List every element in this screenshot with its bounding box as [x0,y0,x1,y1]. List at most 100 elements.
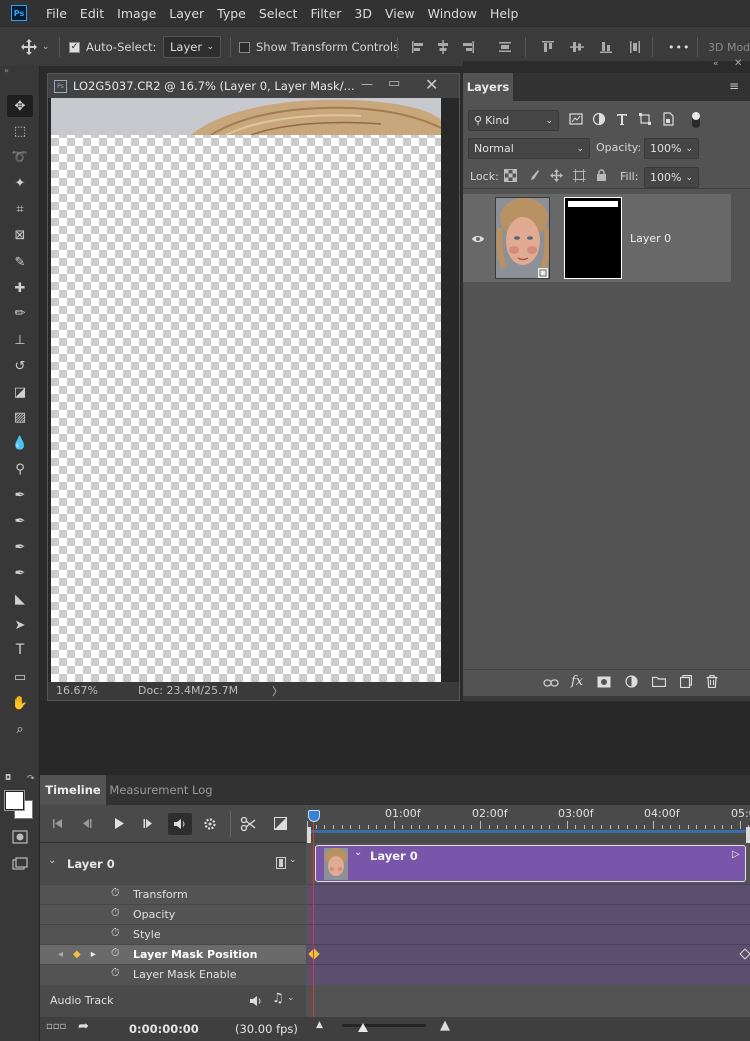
film-strip-icon[interactable] [276,857,286,869]
timeline-zoom-slider-thumb[interactable] [358,1023,368,1032]
add-keyframe-icon[interactable]: ◆ [73,949,81,960]
next-frame-icon[interactable] [143,818,154,829]
next-keyframe-icon[interactable]: ▸ [91,949,96,960]
screen-mode-icon[interactable] [10,856,30,872]
menu-layer[interactable]: Layer [169,6,204,21]
tool-path-select[interactable]: ◣ [7,588,33,610]
menu-type[interactable]: Type [217,6,246,21]
menu-edit[interactable]: Edit [80,6,104,21]
distribute-horizontal-icon[interactable] [627,39,643,55]
chevron-down-icon[interactable]: ⌄ [287,993,295,1003]
tool-hand[interactable]: ✋ [7,692,33,714]
property-lane[interactable] [307,904,750,924]
split-clip-scissors-icon[interactable] [240,816,256,832]
stopwatch-icon[interactable]: ⏱ [111,926,120,940]
lock-all-icon[interactable] [596,169,607,182]
tool-eyedropper[interactable]: ✎ [7,251,33,273]
tool-direct-select[interactable]: ➤ [7,614,33,636]
transition-icon[interactable] [274,817,287,830]
menu-filter[interactable]: Filter [310,6,341,21]
chevron-down-icon[interactable]: ⌄ [354,847,362,858]
tool-add-anchor[interactable]: ✒ [7,536,33,558]
render-video-icon[interactable]: ➦ [78,1019,89,1034]
document-title-bar[interactable]: Ps LO2G5037.CR2 @ 16.7% (Layer 0, Layer … [48,74,459,98]
timeline-zoom-slider[interactable] [342,1024,426,1027]
link-layers-icon[interactable] [543,678,559,688]
opacity-field[interactable]: 100% ⌄ [644,138,699,159]
property-row-layer-mask-enable[interactable]: ⏱ Layer Mask Enable [40,964,306,984]
lock-position-icon[interactable] [550,169,563,182]
swap-colors-icon[interactable]: ↷ [27,774,35,784]
tool-eraser[interactable]: ◪ [7,381,33,403]
stopwatch-icon[interactable]: ⏱ [111,906,120,920]
fx-icon[interactable]: fx [571,674,583,689]
quick-mask-icon[interactable] [10,829,30,845]
close-icon[interactable]: ✕ [425,75,438,94]
tool-history-brush[interactable]: ↺ [7,355,33,377]
show-transform-controls-checkbox[interactable]: Show Transform Controls [239,27,399,67]
property-row-opacity[interactable]: ⏱ Opacity [40,904,306,924]
status-menu-arrow-icon[interactable]: 〉 [272,683,283,699]
filter-smart-object-icon[interactable] [661,112,675,126]
filter-toggle-switch[interactable] [692,112,700,128]
menu-view[interactable]: View [385,6,415,21]
layer-filter-kind-dropdown[interactable]: ⚲ Kind ⌄ [468,110,559,131]
property-lane[interactable] [307,964,750,984]
tab-timeline[interactable]: Timeline [40,775,106,805]
settings-gear-icon[interactable] [203,817,217,831]
align-bottom-icon[interactable] [598,39,614,55]
menu-3d[interactable]: 3D [354,6,372,21]
audio-track-lane[interactable] [307,985,750,1017]
time-ruler[interactable]: 01:00f 02:00f 03:00f 04:00f 05:0 [307,805,750,843]
track-header-layer-0[interactable]: ⌄ Layer 0 ⌄ [40,843,306,884]
zoom-out-mountain-icon[interactable]: ▲ [316,1020,323,1030]
menu-window[interactable]: Window [428,6,477,21]
collapse-arrows-icon[interactable]: » [4,66,9,75]
lock-image-pixels-icon[interactable] [527,169,540,182]
menu-help[interactable]: Help [490,6,519,21]
blend-mode-dropdown[interactable]: Normal ⌄ [468,138,590,159]
stopwatch-icon[interactable]: ⏱ [111,946,120,960]
property-row-layer-mask-position[interactable]: ◂ ◆ ▸ ⏱ Layer Mask Position [40,944,306,964]
tool-preset-picker[interactable]: ⌄ [20,27,50,67]
previous-keyframe-icon[interactable]: ◂ [58,949,63,960]
go-to-first-frame-icon[interactable] [52,818,63,829]
minimize-icon[interactable]: — [361,77,373,91]
default-colors-icon[interactable]: ◘ [5,773,11,782]
tool-lasso[interactable]: ➰ [7,146,33,168]
work-area-bar[interactable] [307,830,750,833]
tool-rectangle[interactable]: ▭ [7,666,33,688]
document-canvas[interactable] [51,98,441,682]
close-panel-icon[interactable]: ✕ [734,58,742,69]
filter-pixel-icon[interactable] [569,112,583,126]
tool-zoom[interactable]: ⌕ [7,718,33,740]
tool-curvature-pen[interactable]: ✒ [7,562,33,584]
layer-0-clip[interactable]: ⌄ Layer 0 ▷ [315,845,746,882]
tool-crop[interactable]: ⌗ [7,198,33,220]
zoom-in-mountain-icon[interactable]: ▲ [440,1018,450,1033]
align-center-horizontal-icon[interactable] [435,39,451,55]
tool-freeform-pen[interactable]: ✒ [7,510,33,532]
tool-blur[interactable]: 💧 [7,432,33,454]
clip-end-arrow-icon[interactable]: ▷ [732,849,740,860]
lock-transparent-pixels-icon[interactable] [504,169,517,182]
lock-artboard-icon[interactable] [573,169,586,182]
work-area-start-handle[interactable] [307,827,311,843]
work-area-end-handle[interactable] [746,827,750,843]
tool-magic-wand[interactable]: ✦ [7,172,33,194]
auto-select-target-dropdown[interactable]: Layer ⌄ [163,36,221,58]
tool-stamp[interactable]: ⊥ [7,329,33,351]
play-icon[interactable] [113,817,125,830]
track-area[interactable]: ⌄ Layer 0 ▷ [307,843,750,1017]
align-left-icon[interactable] [410,39,426,55]
vertical-scroll-area[interactable] [443,98,457,682]
new-layer-icon[interactable] [680,675,692,688]
tool-dodge[interactable]: ⚲ [7,458,33,480]
property-row-transform[interactable]: ⏱ Transform [40,884,306,904]
previous-frame-icon[interactable] [81,818,92,829]
auto-select-checkbox[interactable]: ✓ Auto-Select: [69,27,156,67]
layer-thumbnail[interactable] [495,197,550,279]
panel-menu-icon[interactable]: ≡ [729,79,739,93]
filter-type-icon[interactable] [615,112,629,126]
menu-select[interactable]: Select [259,6,298,21]
